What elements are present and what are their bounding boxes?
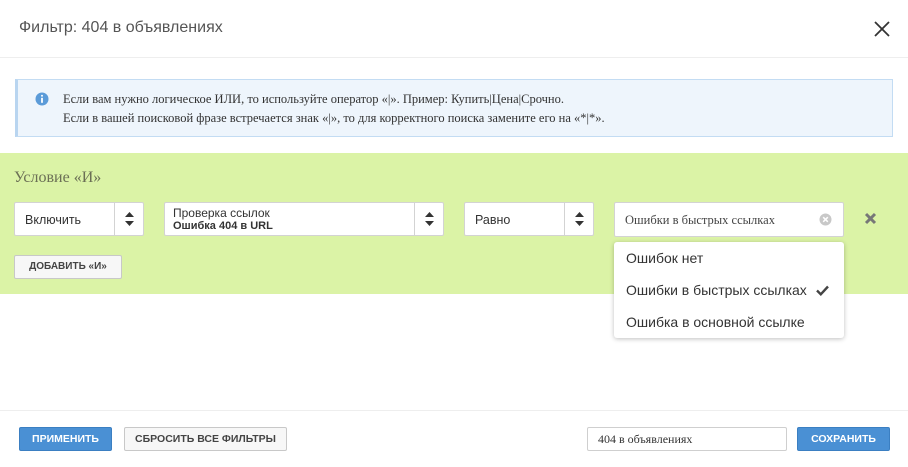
- sort-arrows-icon: [114, 203, 143, 235]
- operator-select[interactable]: Равно: [464, 202, 594, 236]
- value-dropdown: Ошибок нет Ошибки в быстрых ссылках Ошиб…: [614, 242, 844, 338]
- dropdown-option[interactable]: Ошибка в основной ссылке: [614, 306, 844, 338]
- check-icon: [816, 285, 829, 296]
- info-icon: [35, 92, 49, 106]
- info-text-line-2: Если в вашей поисковой фразе встречается…: [63, 111, 605, 125]
- add-and-condition-button[interactable]: ДОБАВИТЬ «И»: [14, 255, 122, 279]
- remove-condition-icon[interactable]: [864, 212, 877, 225]
- field-select-group: Проверка ссылок: [173, 206, 270, 220]
- field-select-field: Ошибка 404 в URL: [173, 220, 273, 232]
- filter-name-input[interactable]: 404 в объявлениях: [587, 427, 787, 451]
- reset-filters-button[interactable]: СБРОСИТЬ ВСЕ ФИЛЬТРЫ: [124, 427, 287, 451]
- dialog-header: Фильтр: 404 в объявлениях: [0, 0, 908, 58]
- mode-select-value: Включить: [25, 213, 82, 227]
- dialog-title: Фильтр: 404 в объявлениях: [19, 19, 223, 36]
- save-button[interactable]: СОХРАНИТЬ: [797, 427, 890, 451]
- value-select[interactable]: Ошибки в быстрых ссылках: [614, 202, 844, 237]
- mode-select[interactable]: Включить: [14, 202, 144, 236]
- clear-icon[interactable]: [819, 213, 832, 226]
- apply-button[interactable]: ПРИМЕНИТЬ: [19, 427, 112, 451]
- dropdown-option[interactable]: Ошибок нет: [614, 242, 844, 274]
- dropdown-option-selected[interactable]: Ошибки в быстрых ссылках: [614, 274, 844, 306]
- info-text-line-1: Если вам нужно логическое ИЛИ, то исполь…: [63, 92, 564, 106]
- operator-select-value: Равно: [475, 213, 511, 227]
- info-notice: Если вам нужно логическое ИЛИ, то исполь…: [15, 79, 893, 137]
- sort-arrows-icon: [564, 203, 593, 235]
- condition-title: Условие «И»: [14, 169, 102, 186]
- sort-arrows-icon: [414, 203, 443, 235]
- field-select[interactable]: Проверка ссылок Ошибка 404 в URL: [164, 202, 444, 236]
- value-select-text: Ошибки в быстрых ссылках: [625, 213, 775, 227]
- close-icon[interactable]: [869, 16, 895, 42]
